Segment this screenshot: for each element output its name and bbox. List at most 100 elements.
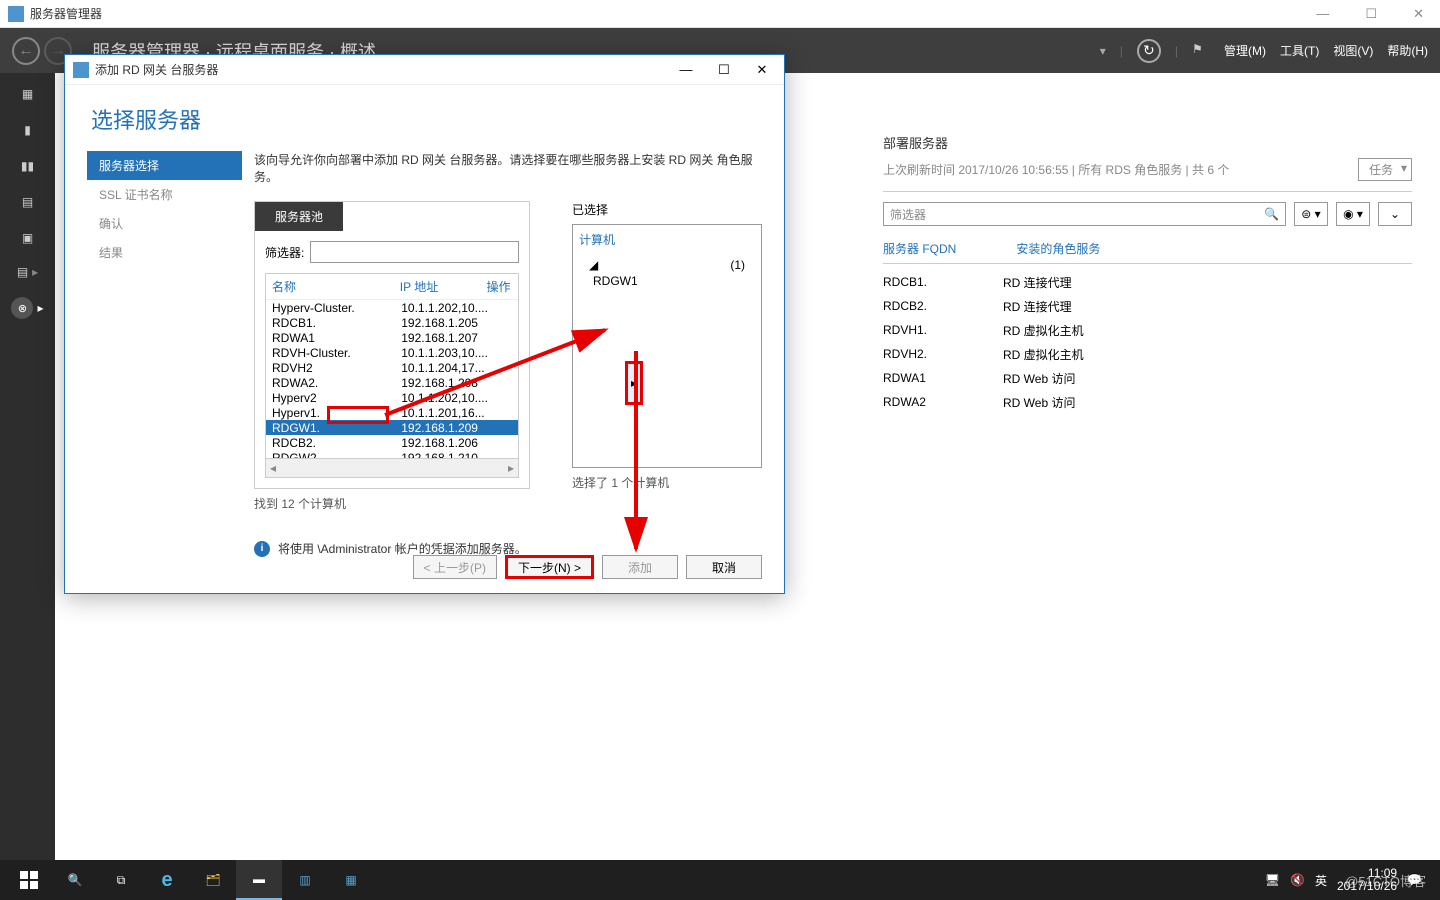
dropdown-icon[interactable]: ▾ xyxy=(1100,44,1106,58)
deploy-col-fqdn[interactable]: 服务器 FQDN xyxy=(883,240,956,257)
left-rail: ▦ ▮ ▮▮ ▤ ▣ ▤▸ ⊗▸ xyxy=(0,73,55,860)
wizard-minimize-icon[interactable]: — xyxy=(672,62,700,78)
save-query-button[interactable]: ◉ ▾ xyxy=(1336,202,1370,226)
menu-tools[interactable]: 工具(T) xyxy=(1280,42,1319,59)
server-pool-tab[interactable]: 服务器池 xyxy=(255,202,343,231)
selected-header: 计算机 xyxy=(579,231,755,248)
col-name[interactable]: 名称 xyxy=(272,278,400,295)
selected-item[interactable]: RDGW1 xyxy=(579,272,755,290)
pool-row[interactable]: RDVH210.1.1.204,17... xyxy=(266,360,518,375)
nav-ssl-cert[interactable]: SSL 证书名称 xyxy=(87,180,242,209)
selected-label: 已选择 xyxy=(572,201,762,218)
pool-row[interactable]: RDGW2.192.168.1.210 xyxy=(266,450,518,458)
wizard-instruction: 该向导允许你向部署中添加 RD 网关 台服务器。请选择要在哪些服务器上安装 RD… xyxy=(254,151,762,185)
rail-local-icon[interactable]: ▮ xyxy=(16,121,40,139)
rail-all-icon[interactable]: ▮▮ xyxy=(16,157,40,175)
pool-row[interactable]: Hyperv210.1.1.202,10.... xyxy=(266,390,518,405)
tray-network-icon[interactable]: 🖥 xyxy=(1265,873,1280,887)
wizard-nav: 服务器选择 SSL 证书名称 确认 结果 xyxy=(87,151,242,557)
wizard-close-icon[interactable]: ✕ xyxy=(748,62,776,78)
deploy-row[interactable]: RDVH1.RD 虚拟化主机 xyxy=(883,318,1412,342)
rail-hyper-icon[interactable]: ▣ xyxy=(16,229,40,247)
app-icon xyxy=(8,6,24,22)
cancel-button[interactable]: 取消 xyxy=(686,555,762,579)
deploy-row[interactable]: RDCB1.RD 连接代理 xyxy=(883,270,1412,294)
menu-view[interactable]: 视图(V) xyxy=(1333,42,1373,59)
pool-found-count: 找到 12 个计算机 xyxy=(254,495,530,512)
col-ip[interactable]: IP 地址 xyxy=(400,278,487,295)
view-options-button[interactable]: ⊜ ▾ xyxy=(1294,202,1328,226)
ie-icon[interactable]: e xyxy=(144,860,190,900)
explorer-icon[interactable]: 🗂 xyxy=(190,860,236,900)
selected-count: (1) xyxy=(730,258,745,272)
pool-row[interactable]: RDWA2.192.168.1.208 xyxy=(266,375,518,390)
wizard-dialog: 添加 RD 网关 台服务器 — ☐ ✕ 选择服务器 服务器选择 SSL 证书名称… xyxy=(64,54,785,594)
notifications-flag-icon[interactable]: ⚑ xyxy=(1192,42,1210,60)
taskbar: 🔍 ⧉ e 🗂 ▬ ▥ ▦ 🖥 🔇 英 11:09 2017/10/26 💬 xyxy=(0,860,1440,900)
wizard-titlebar: 添加 RD 网关 台服务器 — ☐ ✕ xyxy=(65,55,784,85)
start-button[interactable] xyxy=(6,860,52,900)
search-icon[interactable]: 🔍 xyxy=(1264,207,1279,221)
pool-row[interactable]: RDVH-Cluster.10.1.1.203,10.... xyxy=(266,345,518,360)
wizard-maximize-icon[interactable]: ☐ xyxy=(710,62,738,78)
search-taskbar-icon[interactable]: 🔍 xyxy=(52,860,98,900)
watermark: @51CTO博客 xyxy=(1345,871,1426,890)
deploy-col-role[interactable]: 安装的角色服务 xyxy=(1016,240,1100,257)
hyperv-icon[interactable]: ▥ xyxy=(282,860,328,900)
menu-help[interactable]: 帮助(H) xyxy=(1387,42,1428,59)
deployment-servers-panel: 部署服务器 上次刷新时间 2017/10/26 10:56:55 | 所有 RD… xyxy=(883,133,1412,414)
pool-row[interactable]: RDGW1.192.168.1.209 xyxy=(266,420,518,435)
tree-expand-icon[interactable]: ◢ xyxy=(589,258,598,272)
minimize-icon[interactable]: — xyxy=(1308,2,1337,26)
pool-row[interactable]: RDCB1.192.168.1.205 xyxy=(266,315,518,330)
next-button[interactable]: 下一步(N) > xyxy=(505,555,594,579)
rail-files-icon[interactable]: ▤ xyxy=(16,193,40,211)
deploy-filter-input[interactable]: 筛选器 🔍 xyxy=(883,202,1286,226)
horizontal-scrollbar[interactable]: ◂▸ xyxy=(266,458,518,477)
maximize-icon[interactable]: ☐ xyxy=(1357,2,1385,26)
deploy-row[interactable]: RDWA1RD Web 访问 xyxy=(883,366,1412,390)
prev-button[interactable]: < 上一步(P) xyxy=(413,555,497,579)
wizard-icon xyxy=(73,62,89,78)
nav-back-button[interactable]: ← xyxy=(12,37,40,65)
pool-row[interactable]: RDWA1192.168.1.207 xyxy=(266,330,518,345)
deploy-row[interactable]: RDCB2.RD 连接代理 xyxy=(883,294,1412,318)
server-pool-box: 服务器池 筛选器: 名称 IP 地址 操作 xyxy=(254,201,530,489)
rail-iis-icon[interactable]: ▤▸ xyxy=(0,265,55,279)
expand-button[interactable]: ⌄ xyxy=(1378,202,1412,226)
nav-confirm[interactable]: 确认 xyxy=(87,209,242,238)
add-button[interactable]: 添加 xyxy=(602,555,678,579)
info-icon: i xyxy=(254,541,270,557)
selected-list[interactable]: 计算机 ◢ (1) RDGW1 xyxy=(572,224,762,468)
refresh-icon[interactable]: ↻ xyxy=(1137,39,1161,63)
wizard-heading: 选择服务器 xyxy=(65,85,784,151)
wizard-title: 添加 RD 网关 台服务器 xyxy=(95,61,218,78)
tray-ime[interactable]: 英 xyxy=(1315,872,1327,889)
deploy-row[interactable]: RDWA2RD Web 访问 xyxy=(883,390,1412,414)
close-icon[interactable]: ✕ xyxy=(1405,2,1432,26)
rail-rds-icon[interactable]: ⊗▸ xyxy=(0,297,55,319)
pool-row[interactable]: Hyperv-Cluster.10.1.1.202,10.... xyxy=(266,300,518,315)
server-manager-taskbar-icon[interactable]: ▬ xyxy=(236,860,282,900)
nav-server-selection[interactable]: 服务器选择 xyxy=(87,151,242,180)
pool-row[interactable]: RDCB2.192.168.1.206 xyxy=(266,435,518,450)
server-filter-input[interactable] xyxy=(310,241,519,263)
cluster-icon[interactable]: ▦ xyxy=(328,860,374,900)
deploy-subtitle: 上次刷新时间 2017/10/26 10:56:55 | 所有 RDS 角色服务… xyxy=(883,161,1229,178)
menu-manage[interactable]: 管理(M) xyxy=(1224,42,1266,59)
nav-result[interactable]: 结果 xyxy=(87,238,242,267)
tray-volume-icon[interactable]: 🔇 xyxy=(1290,873,1305,887)
col-os[interactable]: 操作 xyxy=(486,278,512,295)
move-right-button[interactable]: ▸ xyxy=(625,361,643,405)
selected-found-count: 选择了 1 个计算机 xyxy=(572,474,762,491)
window-controls: — ☐ ✕ xyxy=(1308,2,1432,26)
tasks-dropdown[interactable]: 任务 xyxy=(1358,158,1412,181)
deploy-title: 部署服务器 xyxy=(883,133,1412,152)
taskview-icon[interactable]: ⧉ xyxy=(98,860,144,900)
main-window-titlebar: 服务器管理器 — ☐ ✕ xyxy=(0,0,1440,28)
filter-label: 筛选器: xyxy=(265,244,304,261)
deploy-row[interactable]: RDVH2.RD 虚拟化主机 xyxy=(883,342,1412,366)
pool-row[interactable]: Hyperv1.10.1.1.201,16... xyxy=(266,405,518,420)
rail-dashboard-icon[interactable]: ▦ xyxy=(16,85,40,103)
app-title: 服务器管理器 xyxy=(30,5,102,22)
